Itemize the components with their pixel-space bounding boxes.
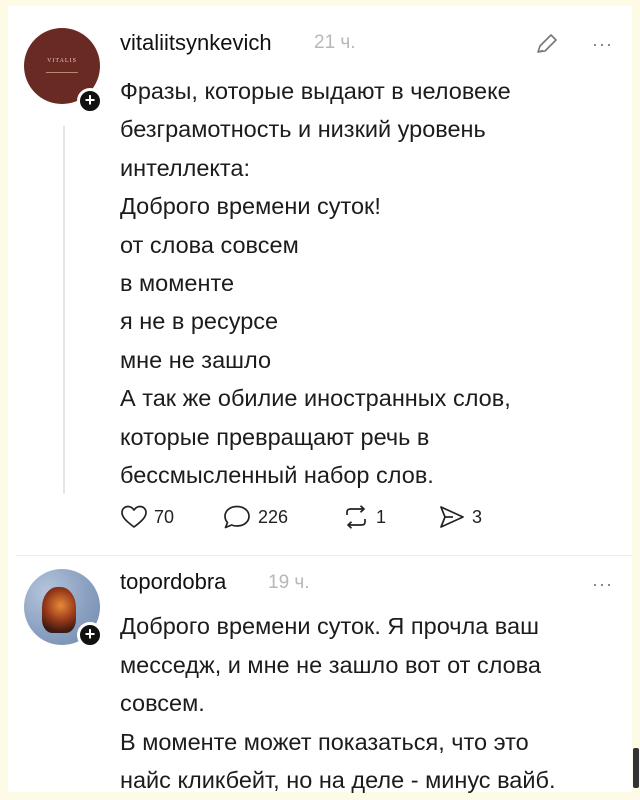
avatar-photo	[42, 587, 76, 633]
thread-card: VITALIS + vitaliitsynkevich 21 ч. ··· Фр…	[8, 6, 639, 793]
repost-button[interactable]: 1	[342, 504, 386, 530]
speech-bubble-icon	[224, 505, 250, 529]
post-line: которые превращают речь в	[120, 423, 430, 450]
more-options-icon[interactable]: ···	[592, 574, 613, 595]
post-text: Доброго времени суток. Я прочла ваш месс…	[120, 607, 620, 800]
post-line: Доброго времени суток!	[120, 193, 381, 220]
share-button[interactable]: 3	[438, 504, 482, 530]
scrollbar[interactable]	[633, 748, 639, 788]
username[interactable]: topordobra	[120, 569, 226, 595]
post-line: Фразы, которые выдают в человеке	[120, 78, 511, 104]
comment-count: 226	[258, 506, 289, 527]
share-count: 3	[472, 506, 483, 527]
post-line: Доброго времени суток. Я прочла ваш	[120, 613, 539, 639]
timestamp: 21 ч.	[314, 32, 356, 53]
post-line: найс кликбейт, но на деле - минус вайб.	[120, 767, 556, 794]
post-line: в моменте	[120, 270, 235, 297]
timestamp: 19 ч.	[268, 572, 310, 593]
post-line: безграмотность и низкий уровень	[120, 116, 486, 143]
follow-plus-icon[interactable]: +	[77, 88, 103, 114]
post-line: А так же обилие иностранных слов,	[120, 385, 511, 412]
post-actions: 70 226 1 3	[120, 504, 540, 534]
pencil-icon[interactable]	[534, 32, 560, 56]
repost-count: 1	[376, 506, 387, 527]
post-line: бессмысленный набор слов.	[120, 462, 434, 489]
divider	[16, 555, 632, 556]
repost-icon	[346, 505, 366, 529]
heart-icon	[121, 505, 147, 528]
post-line: В моменте может показаться, что это	[120, 728, 529, 755]
follow-plus-icon[interactable]: +	[77, 622, 103, 648]
like-count: 70	[154, 506, 175, 527]
post-line: от слова совсем	[120, 231, 299, 258]
more-options-icon[interactable]: ···	[592, 34, 613, 55]
avatar-logo: VITALIS	[47, 58, 77, 64]
post-line: мне не зашло	[120, 346, 272, 373]
post-line: интеллекта:	[120, 154, 251, 181]
avatar-logo-line	[46, 72, 78, 73]
post-line: месседж, и мне не зашло вот от слова	[120, 651, 542, 678]
username[interactable]: vitaliitsynkevich	[120, 30, 272, 56]
post-text: Фразы, которые выдают в человеке безграм…	[120, 72, 620, 494]
thread-line	[63, 126, 65, 494]
post-line: я не в ресурсе	[120, 308, 279, 335]
send-icon	[440, 506, 464, 528]
comment-button[interactable]: 226	[222, 504, 288, 530]
post-line: совсем.	[120, 690, 205, 717]
like-button[interactable]: 70	[120, 504, 174, 530]
